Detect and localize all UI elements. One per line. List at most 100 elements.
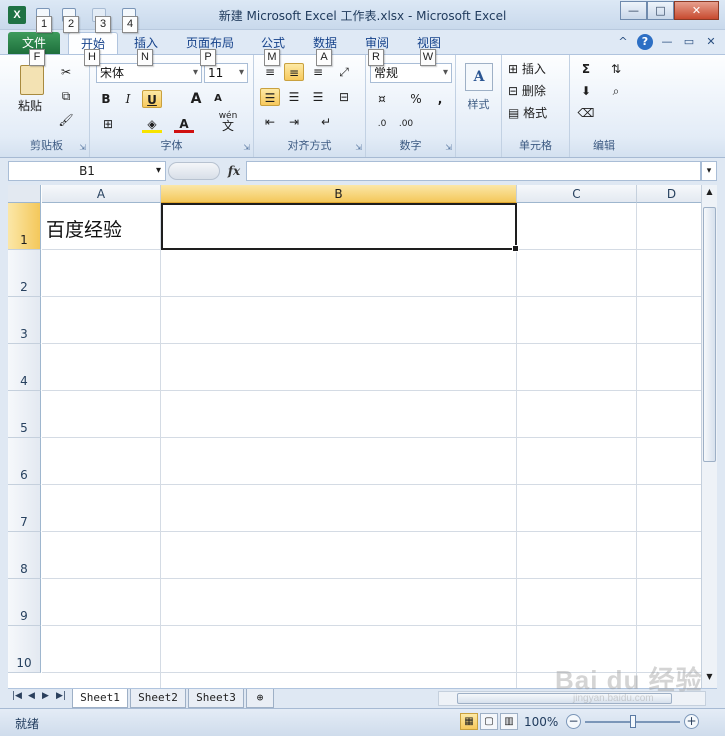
row-header-2[interactable]: 2 bbox=[8, 250, 41, 297]
shrink-font-button[interactable]: A bbox=[208, 90, 228, 108]
borders-icon[interactable]: ⊞ bbox=[98, 115, 118, 133]
currency-icon[interactable]: ¤ bbox=[372, 90, 392, 108]
font-name-combo[interactable]: 宋体 bbox=[96, 63, 202, 83]
zoom-in-icon[interactable]: + bbox=[684, 714, 699, 729]
column-header-d[interactable]: D bbox=[637, 185, 701, 203]
paste-button[interactable]: 粘贴 bbox=[18, 97, 42, 115]
gridline bbox=[42, 578, 701, 579]
insert-function-button[interactable]: fx bbox=[224, 161, 244, 181]
decrease-indent-icon[interactable]: ⇤ bbox=[260, 113, 280, 131]
autosum-button[interactable]: Σ bbox=[576, 60, 596, 78]
row-header-1[interactable]: 1 bbox=[8, 203, 41, 250]
cell-a1[interactable]: 百度经验 bbox=[46, 215, 122, 242]
styles-label[interactable]: 样式 bbox=[456, 96, 501, 112]
find-select-icon[interactable]: ⌕ bbox=[606, 82, 626, 100]
gridline bbox=[42, 625, 701, 626]
formula-bar-resize-handle[interactable] bbox=[168, 162, 220, 180]
row-header-6[interactable]: 6 bbox=[8, 438, 41, 485]
active-cell-b1[interactable] bbox=[161, 203, 519, 252]
formula-input[interactable] bbox=[246, 161, 701, 181]
align-center-icon[interactable]: ☰ bbox=[284, 88, 304, 106]
paste-icon[interactable] bbox=[20, 65, 44, 95]
zoom-slider-thumb[interactable] bbox=[630, 715, 636, 728]
align-left-icon[interactable]: ☰ bbox=[260, 88, 280, 106]
row-header-8[interactable]: 8 bbox=[8, 532, 41, 579]
wrap-text-icon[interactable]: ↵ bbox=[316, 113, 336, 131]
ribbon-tabs: 文件 开始 插入 页面布局 公式 数据 审阅 视图 F H N P M A R … bbox=[0, 30, 725, 66]
fill-color-icon[interactable]: ◈ bbox=[142, 115, 162, 133]
sheet-tab-2[interactable]: Sheet2 bbox=[130, 689, 186, 708]
grow-font-button[interactable]: A bbox=[186, 90, 206, 108]
page-break-view-icon[interactable]: ▥ bbox=[500, 713, 518, 730]
row-header-5[interactable]: 5 bbox=[8, 391, 41, 438]
next-sheet-icon[interactable]: ▶ bbox=[42, 691, 49, 701]
sheet-tab-3[interactable]: Sheet3 bbox=[188, 689, 244, 708]
vertical-scrollbar[interactable]: ▲ ▼ bbox=[701, 185, 717, 688]
orientation-icon[interactable]: ⤢ bbox=[334, 63, 354, 81]
font-launcher-icon[interactable]: ⇲ bbox=[243, 143, 250, 152]
delete-cells-button[interactable]: ⊟ 删除 bbox=[508, 82, 546, 100]
cut-icon[interactable]: ✂ bbox=[56, 63, 76, 81]
page-layout-view-icon[interactable]: ▢ bbox=[480, 713, 498, 730]
worksheet-grid[interactable]: A B C D 1 2 3 4 5 6 7 8 9 10 百度经验 bbox=[8, 185, 701, 688]
align-right-icon[interactable]: ☰ bbox=[308, 88, 328, 106]
phonetic-guide-button[interactable]: wén 文 bbox=[216, 111, 240, 132]
clear-icon[interactable]: ⌫ bbox=[576, 104, 596, 122]
decrease-decimal-icon[interactable]: .00 bbox=[396, 115, 416, 133]
italic-button[interactable]: I bbox=[118, 90, 138, 108]
percent-button[interactable]: % bbox=[406, 90, 426, 108]
font-size-combo[interactable]: 11 bbox=[204, 63, 248, 83]
close-button[interactable]: ✕ bbox=[674, 1, 719, 20]
alignment-launcher-icon[interactable]: ⇲ bbox=[355, 143, 362, 152]
help-icon[interactable]: ? bbox=[637, 34, 653, 50]
maximize-button[interactable]: □ bbox=[647, 1, 674, 20]
increase-decimal-icon[interactable]: .0 bbox=[372, 115, 392, 133]
row-header-4[interactable]: 4 bbox=[8, 344, 41, 391]
number-format-combo[interactable]: 常规 bbox=[370, 63, 452, 83]
row-label-9: 9 bbox=[20, 609, 28, 623]
insert-sheet-icon[interactable]: ⊕ bbox=[246, 689, 274, 708]
doc-restore-icon[interactable]: ▭ bbox=[681, 34, 697, 50]
bold-button[interactable]: B bbox=[96, 90, 116, 108]
scroll-up-icon[interactable]: ▲ bbox=[702, 187, 717, 201]
increase-indent-icon[interactable]: ⇥ bbox=[284, 113, 304, 131]
underline-button[interactable]: U bbox=[142, 90, 162, 108]
column-header-b[interactable]: B bbox=[161, 185, 517, 203]
insert-cells-button[interactable]: ⊞ 插入 bbox=[508, 60, 546, 78]
scroll-down-icon[interactable]: ▼ bbox=[702, 672, 717, 686]
expand-formula-bar-icon[interactable]: ▾ bbox=[701, 161, 717, 181]
collapse-ribbon-icon[interactable]: ^ bbox=[615, 34, 631, 50]
name-box[interactable]: B1 bbox=[8, 161, 166, 181]
first-sheet-icon[interactable]: |◀ bbox=[12, 691, 22, 701]
merge-center-icon[interactable]: ⊟ bbox=[334, 88, 354, 106]
font-color-button[interactable]: A bbox=[174, 115, 194, 133]
format-painter-icon[interactable]: 🖌 bbox=[56, 111, 76, 129]
copy-icon[interactable]: ⧉ bbox=[56, 87, 76, 105]
number-launcher-icon[interactable]: ⇲ bbox=[445, 143, 452, 152]
fill-icon[interactable]: ⬇ bbox=[576, 82, 596, 100]
clipboard-launcher-icon[interactable]: ⇲ bbox=[79, 143, 86, 152]
keytip-home: H bbox=[84, 49, 100, 66]
comma-button[interactable]: , bbox=[430, 90, 450, 108]
row-header-9[interactable]: 9 bbox=[8, 579, 41, 626]
doc-minimize-icon[interactable]: — bbox=[659, 34, 675, 50]
prev-sheet-icon[interactable]: ◀ bbox=[28, 691, 35, 701]
styles-icon[interactable]: A bbox=[465, 63, 493, 91]
row-header-7[interactable]: 7 bbox=[8, 485, 41, 532]
zoom-level[interactable]: 100% bbox=[524, 715, 558, 729]
format-cells-button[interactable]: ▤ 格式 bbox=[508, 104, 547, 122]
minimize-button[interactable]: — bbox=[620, 1, 647, 20]
last-sheet-icon[interactable]: ▶| bbox=[56, 691, 66, 701]
zoom-out-icon[interactable]: − bbox=[566, 714, 581, 729]
vertical-scroll-thumb[interactable] bbox=[703, 207, 716, 462]
normal-view-icon[interactable]: ▦ bbox=[460, 713, 478, 730]
row-header-3[interactable]: 3 bbox=[8, 297, 41, 344]
select-all-corner[interactable] bbox=[8, 185, 41, 203]
column-header-c[interactable]: C bbox=[517, 185, 637, 203]
row-header-10[interactable]: 10 bbox=[8, 626, 41, 673]
column-header-a[interactable]: A bbox=[42, 185, 161, 203]
align-middle-icon[interactable]: ≡ bbox=[284, 63, 304, 81]
sheet-tab-1[interactable]: Sheet1 bbox=[72, 689, 128, 708]
doc-close-icon[interactable]: ✕ bbox=[703, 34, 719, 50]
sort-filter-icon[interactable]: ⇅ bbox=[606, 60, 626, 78]
